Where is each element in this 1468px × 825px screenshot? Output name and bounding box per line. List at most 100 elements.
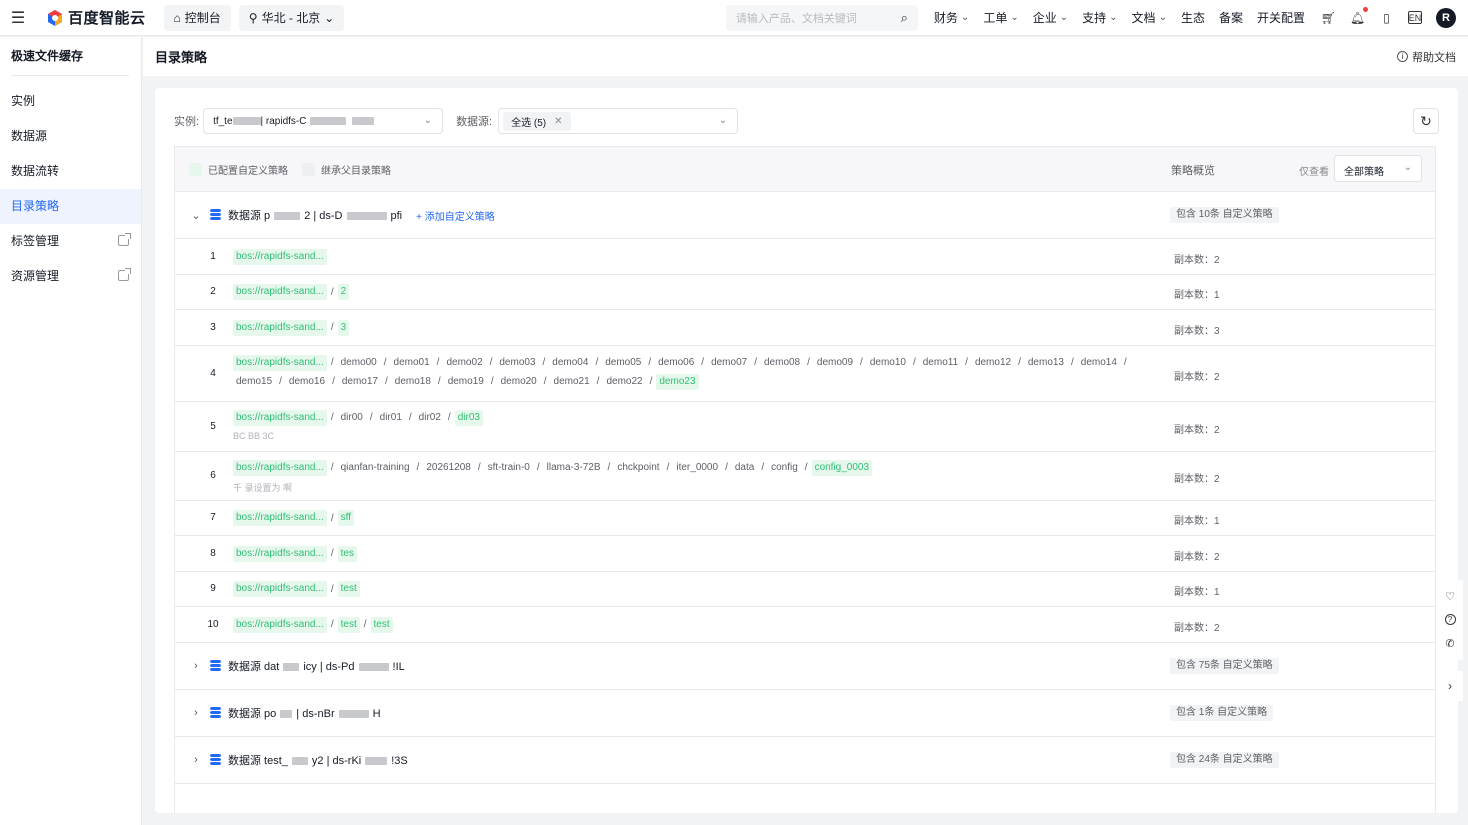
view-filter-select[interactable]: 全部策略 ⌄ — [1334, 155, 1422, 182]
path-segment[interactable]: demo23 — [656, 373, 699, 390]
path-segment[interactable]: dir02 — [416, 410, 444, 426]
path-segment[interactable]: iter_0000 — [673, 460, 721, 476]
path-segment[interactable]: bos://rapidfs-sand... — [233, 409, 327, 426]
path-segment[interactable]: demo22 — [603, 374, 645, 390]
phone-call-icon[interactable]: ✆ — [1445, 637, 1454, 650]
path-segment[interactable]: 3 — [337, 319, 350, 336]
path-segment[interactable]: 2 — [337, 284, 350, 301]
datasource-group-row[interactable]: › 数据源 po | ds-nBr H 包含 1条 自定义策略 — [175, 690, 1435, 737]
top-menu-item[interactable]: 生态 — [1181, 9, 1205, 26]
language-switch[interactable]: EN — [1408, 11, 1422, 24]
path-segment[interactable]: bos://rapidfs-sand... — [233, 319, 327, 336]
path-segment[interactable]: config — [768, 460, 801, 476]
bell-icon[interactable]: 🔔︎ — [1350, 7, 1368, 25]
sidebar-item[interactable]: 资源管理 — [0, 259, 141, 294]
path-segment[interactable]: tes — [337, 545, 357, 562]
path-segment[interactable]: llama-3-72B — [544, 460, 604, 476]
path-segment[interactable]: demo13 — [1025, 355, 1067, 371]
region-select[interactable]: ⚲ 华北 - 北京 ⌄ — [238, 4, 345, 31]
top-menu-item[interactable]: 文档 — [1132, 9, 1167, 26]
path-segment[interactable]: demo09 — [814, 355, 856, 371]
console-button[interactable]: ⌂ 控制台 — [163, 4, 231, 31]
path-segment[interactable]: demo15 — [233, 374, 275, 390]
chevron-down-icon[interactable]: ⌄ — [190, 209, 202, 222]
sidebar-item[interactable]: 实例 — [0, 84, 141, 119]
path-segment[interactable]: demo11 — [920, 355, 961, 371]
path-segment[interactable]: demo18 — [392, 374, 434, 390]
path-segment[interactable]: demo17 — [339, 374, 381, 390]
sidebar-item[interactable]: 数据源 — [0, 119, 141, 154]
path-segment[interactable]: demo21 — [551, 374, 593, 390]
chevron-right-icon[interactable]: › — [190, 707, 202, 719]
top-menu-item[interactable]: 企业 — [1033, 9, 1068, 26]
heart-icon[interactable]: ♡ — [1445, 590, 1455, 603]
path-segment[interactable]: demo16 — [286, 374, 328, 390]
path-segment[interactable]: qianfan-training — [338, 460, 413, 476]
path-segment[interactable]: 20261208 — [423, 460, 474, 476]
path-segment[interactable]: bos://rapidfs-sand... — [233, 510, 327, 527]
search-icon[interactable]: ⌕ — [901, 10, 908, 26]
path-segment[interactable]: demo12 — [972, 355, 1014, 371]
add-custom-policy-link[interactable]: + 添加自定义策略 — [416, 208, 495, 223]
path-segment[interactable]: data — [732, 460, 757, 476]
path-segment[interactable]: bos://rapidfs-sand... — [233, 354, 327, 371]
help-docs-link[interactable]: i 帮助文档 — [1397, 49, 1456, 65]
top-menu-item[interactable]: 备案 — [1219, 9, 1243, 26]
datasource-select[interactable]: 全选 (5) ✕ ⌄ — [498, 108, 739, 134]
path-segment[interactable]: bos://rapidfs-sand... — [233, 616, 327, 633]
chevron-right-icon[interactable]: › — [190, 660, 202, 672]
path-segment[interactable]: demo05 — [602, 355, 644, 371]
top-menu-item[interactable]: 财务 — [934, 9, 969, 26]
path-segment[interactable]: bos://rapidfs-sand... — [233, 581, 327, 598]
path-segment[interactable]: bos://rapidfs-sand... — [233, 459, 327, 476]
path-segment[interactable]: dir00 — [338, 410, 366, 426]
path-separator: / — [330, 412, 334, 423]
path-segment[interactable]: demo06 — [655, 355, 697, 371]
menu-icon[interactable]: ☰ — [0, 0, 36, 36]
instance-select[interactable]: tf_te | rapidfs-C ⌄ — [203, 108, 444, 134]
brand-logo[interactable]: 百度智能云 — [46, 7, 146, 28]
path-segment[interactable]: demo02 — [443, 355, 485, 371]
path-segment[interactable]: demo20 — [498, 374, 540, 390]
path-segment[interactable]: demo14 — [1078, 355, 1120, 371]
path-segment[interactable]: chckpoint — [614, 460, 662, 476]
sidebar-item[interactable]: 目录策略 — [0, 189, 141, 224]
path-segment[interactable]: bos://rapidfs-sand... — [233, 248, 327, 265]
path-segment[interactable]: test — [370, 616, 393, 633]
path-segment[interactable]: demo07 — [708, 355, 750, 371]
path-segment[interactable]: demo10 — [867, 355, 909, 371]
datasource-group-row[interactable]: ⌄ 数据源 p 2 | ds-D pfi + 添加自定义策略 包含 10条 自定义策略 — [175, 192, 1435, 239]
path-segment[interactable]: dir03 — [454, 409, 483, 426]
path-segment[interactable]: sft-train-0 — [485, 460, 533, 476]
avatar[interactable]: R — [1436, 7, 1456, 28]
phone-icon[interactable]: ▯ — [1379, 10, 1394, 25]
path-segment[interactable]: demo08 — [761, 355, 803, 371]
question-icon[interactable]: ? — [1444, 614, 1456, 626]
top-menu-item[interactable]: 开关配置 — [1257, 9, 1305, 26]
datasource-group-row[interactable]: › 数据源 dat icy | ds-Pd !IL 包含 75条 自定义策略 — [175, 643, 1435, 690]
close-icon[interactable]: ✕ — [554, 116, 562, 127]
refresh-button[interactable]: ↻ — [1413, 108, 1439, 134]
chevron-right-icon[interactable]: › — [190, 754, 202, 766]
path-segment[interactable]: test — [337, 616, 360, 633]
path-segment[interactable]: sff — [337, 510, 354, 527]
collapse-toolbar-button[interactable]: › — [1437, 671, 1463, 701]
path-segment[interactable]: demo03 — [496, 355, 538, 371]
path-segment[interactable]: dir01 — [377, 410, 405, 426]
top-menu-item[interactable]: 工单 — [983, 9, 1018, 26]
path-segment[interactable]: bos://rapidfs-sand... — [233, 284, 327, 301]
datasource-group-row[interactable]: › 数据源 test_ y2 | ds-rKi !3S 包含 24条 自定义策略 — [175, 737, 1435, 784]
path-segment[interactable]: demo04 — [549, 355, 591, 371]
path-segment[interactable]: bos://rapidfs-sand... — [233, 545, 327, 562]
path-segment[interactable]: test — [337, 581, 360, 598]
top-menu-item[interactable]: 支持 — [1082, 9, 1117, 26]
policy-count-badge: 包含 75条 自定义策略 — [1170, 657, 1279, 674]
path-segment[interactable]: demo00 — [338, 355, 380, 371]
sidebar-item[interactable]: 标签管理 — [0, 224, 141, 259]
sidebar-item[interactable]: 数据流转 — [0, 154, 141, 189]
search-input[interactable]: 请输入产品、文档关键词 ⌕ — [725, 4, 918, 31]
cart-icon[interactable]: 🛒︎ — [1321, 10, 1336, 25]
path-segment[interactable]: config_0003 — [811, 459, 873, 476]
path-segment[interactable]: demo01 — [391, 355, 433, 371]
path-segment[interactable]: demo19 — [445, 374, 487, 390]
